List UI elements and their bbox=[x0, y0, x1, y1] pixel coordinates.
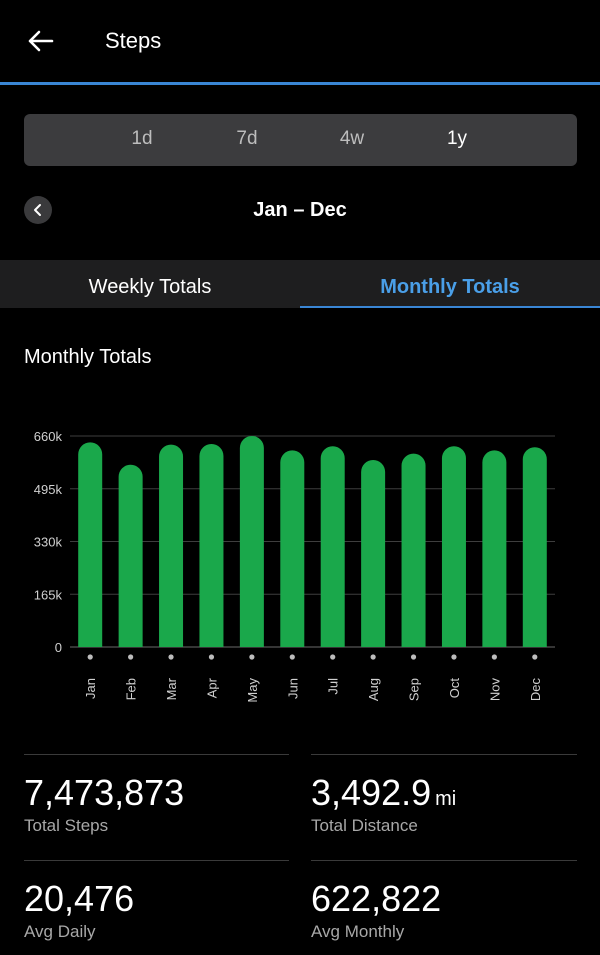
header-divider bbox=[0, 82, 600, 85]
bar bbox=[159, 444, 184, 647]
bar bbox=[239, 436, 264, 647]
avg-monthly-label: Avg Monthly bbox=[311, 922, 405, 941]
avg-daily-value: 20,476 bbox=[24, 878, 135, 919]
x-tick-dot bbox=[249, 654, 255, 660]
total-steps-value: 7,473,873 bbox=[24, 772, 185, 813]
range-option-1d[interactable]: 1d bbox=[131, 128, 152, 150]
y-tick-label: 0 bbox=[55, 640, 62, 655]
page-title: Steps bbox=[105, 28, 162, 53]
x-tick-dot bbox=[128, 654, 134, 660]
totals-tabs: Weekly Totals Monthly Totals bbox=[0, 260, 600, 308]
x-tick-dot bbox=[491, 654, 497, 660]
back-button[interactable] bbox=[24, 26, 58, 56]
x-tick-dot bbox=[451, 654, 457, 660]
bar bbox=[320, 446, 345, 647]
x-tick-label: Apr bbox=[204, 677, 219, 698]
range-option-4w[interactable]: 4w bbox=[340, 128, 364, 150]
period-label: Jan – Dec bbox=[253, 199, 347, 221]
bar bbox=[280, 450, 305, 647]
bar bbox=[361, 459, 386, 647]
monthly-steps-chart: 0 165k 330k 495k 660k Jan Feb Mar Apr May Jun Jul Au… bbox=[34, 429, 555, 703]
x-tick-dot bbox=[410, 654, 417, 660]
stat-divider bbox=[311, 754, 577, 755]
x-tick-dot bbox=[168, 654, 174, 660]
y-tick-label: 165k bbox=[34, 587, 63, 602]
y-tick-label: 495k bbox=[34, 482, 63, 497]
y-tick-label: 330k bbox=[34, 535, 63, 550]
bar bbox=[522, 447, 547, 647]
x-tick-dot bbox=[87, 654, 93, 660]
x-tick-dot bbox=[208, 654, 215, 660]
total-steps-label: Total Steps bbox=[24, 816, 109, 835]
arrow-left-icon bbox=[28, 30, 54, 52]
avg-daily-label: Avg Daily bbox=[24, 922, 96, 941]
avg-monthly-value: 622,822 bbox=[311, 878, 442, 919]
x-tick-label: Mar bbox=[164, 677, 179, 700]
x-tick-dot bbox=[330, 654, 336, 660]
x-tick-label: Oct bbox=[447, 678, 462, 699]
stat-divider bbox=[24, 754, 289, 755]
bar bbox=[199, 443, 224, 647]
section-title: Monthly Totals bbox=[24, 346, 152, 368]
x-tick-label: Jul bbox=[326, 678, 341, 695]
x-tick-label: Aug bbox=[366, 678, 381, 701]
x-tick-label: Nov bbox=[487, 678, 502, 702]
tab-monthly-totals[interactable]: Monthly Totals bbox=[300, 260, 600, 308]
active-tab-indicator bbox=[300, 306, 600, 308]
x-tick-label: Jun bbox=[285, 678, 300, 699]
bar bbox=[118, 464, 143, 647]
range-option-1y[interactable]: 1y bbox=[447, 128, 467, 150]
total-distance-value: 3,492.9 mi bbox=[311, 772, 456, 814]
x-tick-dot bbox=[370, 654, 376, 660]
x-tick-label: May bbox=[245, 678, 260, 703]
stat-divider bbox=[311, 860, 577, 861]
top-bar: Steps bbox=[0, 0, 600, 82]
stat-divider bbox=[24, 860, 289, 861]
x-tick-dot bbox=[289, 654, 295, 660]
total-distance-label: Total Distance bbox=[311, 816, 418, 835]
y-tick-label: 660k bbox=[34, 429, 63, 444]
x-tick-label: Sep bbox=[407, 678, 422, 701]
x-tick-label: Jan bbox=[83, 678, 98, 699]
x-tick-label: Dec bbox=[528, 678, 543, 702]
bar bbox=[441, 446, 466, 647]
bar bbox=[482, 450, 507, 647]
distance-unit: mi bbox=[435, 788, 457, 810]
x-tick-label: Feb bbox=[124, 678, 139, 700]
range-segmented-control: 1d 7d 4w 1y bbox=[24, 114, 577, 166]
tab-weekly-totals[interactable]: Weekly Totals bbox=[0, 260, 300, 308]
bar bbox=[401, 453, 426, 647]
range-option-7d[interactable]: 7d bbox=[236, 128, 257, 150]
bar bbox=[78, 442, 103, 647]
total-distance-number: 3,492.9 bbox=[311, 772, 432, 813]
x-tick-dot bbox=[532, 654, 538, 660]
